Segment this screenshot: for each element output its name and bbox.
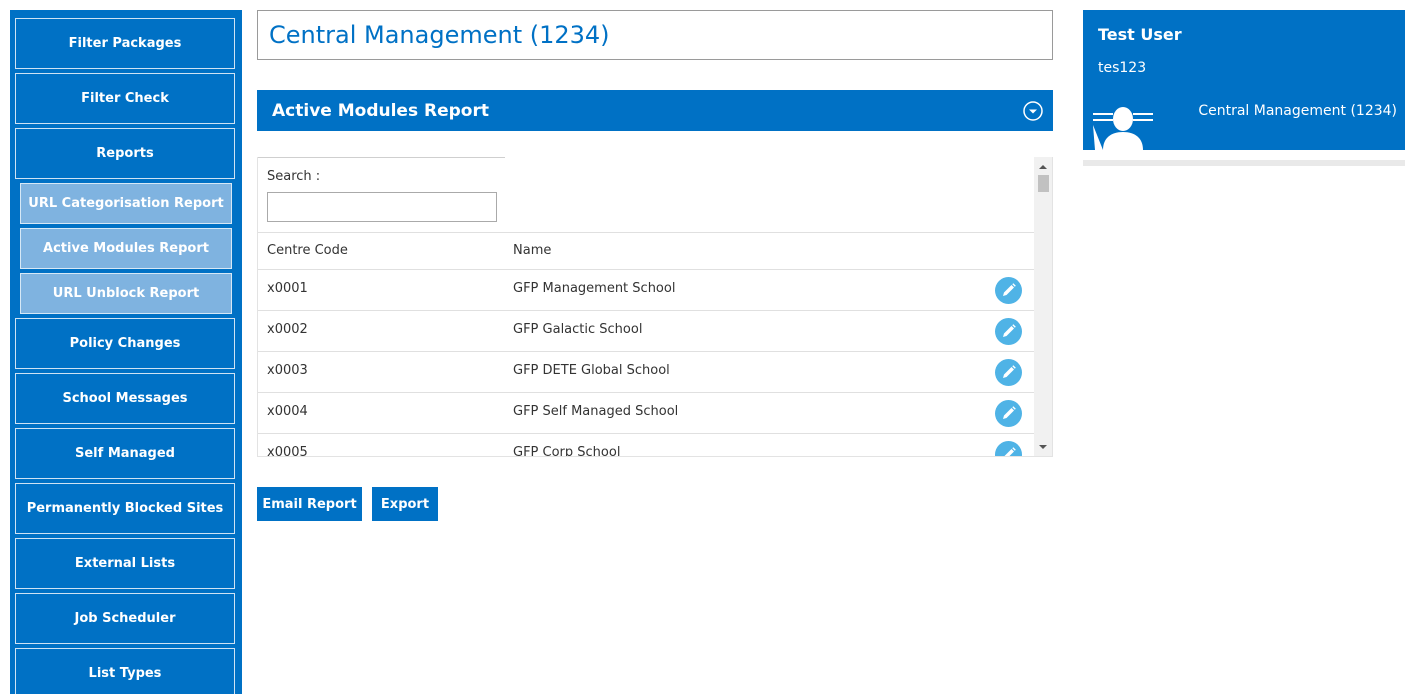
- pencil-icon: [1003, 406, 1016, 419]
- cell-name: GFP DETE Global School: [513, 363, 670, 378]
- user-name: Test User: [1098, 25, 1182, 44]
- pencil-icon: [1004, 447, 1016, 456]
- edit-button[interactable]: [995, 400, 1022, 427]
- report-table-container: Search : Centre Code Name x0001 GFP Mana…: [257, 157, 1053, 457]
- cell-name: GFP Management School: [513, 281, 676, 296]
- cell-name: GFP Galactic School: [513, 322, 643, 337]
- user-organisation: Central Management (1234): [1198, 103, 1397, 119]
- cell-name: GFP Corp School: [513, 445, 621, 457]
- table-row: x0005 GFP Corp School: [258, 433, 1035, 457]
- sidebar-item-school-messages[interactable]: School Messages: [15, 373, 235, 424]
- edit-button[interactable]: [995, 277, 1022, 304]
- table-row: x0004 GFP Self Managed School: [258, 392, 1035, 433]
- sidebar-item-filter-packages[interactable]: Filter Packages: [15, 18, 235, 69]
- scrollbar-thumb[interactable]: [1038, 175, 1049, 192]
- table-row: x0002 GFP Galactic School: [258, 310, 1035, 351]
- user-card: Test User tes123 Central Management (123…: [1083, 10, 1405, 150]
- column-header-name[interactable]: Name: [513, 233, 551, 269]
- search-input[interactable]: [267, 192, 497, 222]
- scroll-up-arrow-icon[interactable]: [1034, 159, 1052, 175]
- pencil-icon: [1003, 365, 1016, 378]
- pencil-icon: [1003, 324, 1016, 337]
- cell-centre-code: x0005: [267, 445, 308, 457]
- sidebar-subitem-active-modules-report[interactable]: Active Modules Report: [20, 228, 232, 269]
- sidebar-subitem-url-unblock-report[interactable]: URL Unblock Report: [20, 273, 232, 314]
- cell-centre-code: x0002: [267, 322, 308, 337]
- edit-button[interactable]: [995, 441, 1022, 456]
- export-button[interactable]: Export: [372, 487, 438, 521]
- cell-centre-code: x0001: [267, 281, 308, 296]
- user-silhouette-icon: [1093, 107, 1153, 150]
- sidebar-item-permanently-blocked-sites[interactable]: Permanently Blocked Sites: [15, 483, 235, 534]
- user-card-divider: [1083, 160, 1405, 166]
- user-id: tes123: [1098, 60, 1147, 76]
- scroll-down-arrow-icon[interactable]: [1034, 439, 1052, 455]
- panel-title: Active Modules Report: [272, 100, 489, 121]
- sidebar-item-filter-check[interactable]: Filter Check: [15, 73, 235, 124]
- sidebar-item-external-lists[interactable]: External Lists: [15, 538, 235, 589]
- table-row: x0001 GFP Management School: [258, 269, 1035, 310]
- cell-name: GFP Self Managed School: [513, 404, 679, 419]
- search-divider: [258, 157, 505, 158]
- edit-button[interactable]: [995, 318, 1022, 345]
- table-scrollbar[interactable]: [1034, 157, 1052, 456]
- email-report-button[interactable]: Email Report: [257, 487, 362, 521]
- search-label: Search :: [267, 169, 321, 184]
- sidebar-item-list-types[interactable]: List Types: [15, 648, 235, 694]
- chevron-circle-down-icon[interactable]: [1023, 101, 1043, 121]
- sidebar-item-self-managed[interactable]: Self Managed: [15, 428, 235, 479]
- sidebar-subitem-url-categorisation-report[interactable]: URL Categorisation Report: [20, 183, 232, 224]
- sidebar: Filter Packages Filter Check Reports URL…: [10, 10, 242, 694]
- page-title: Central Management (1234): [257, 10, 1053, 60]
- table-row: x0003 GFP DETE Global School: [258, 351, 1035, 392]
- cell-centre-code: x0004: [267, 404, 308, 419]
- edit-button[interactable]: [995, 359, 1022, 386]
- column-header-centre-code[interactable]: Centre Code: [267, 233, 348, 269]
- panel-header[interactable]: Active Modules Report: [257, 90, 1053, 131]
- table-header-row: Centre Code Name: [258, 232, 1035, 269]
- sidebar-item-reports[interactable]: Reports: [15, 128, 235, 179]
- sidebar-item-job-scheduler[interactable]: Job Scheduler: [15, 593, 235, 644]
- pencil-icon: [1003, 283, 1016, 296]
- cell-centre-code: x0003: [267, 363, 308, 378]
- sidebar-item-policy-changes[interactable]: Policy Changes: [15, 318, 235, 369]
